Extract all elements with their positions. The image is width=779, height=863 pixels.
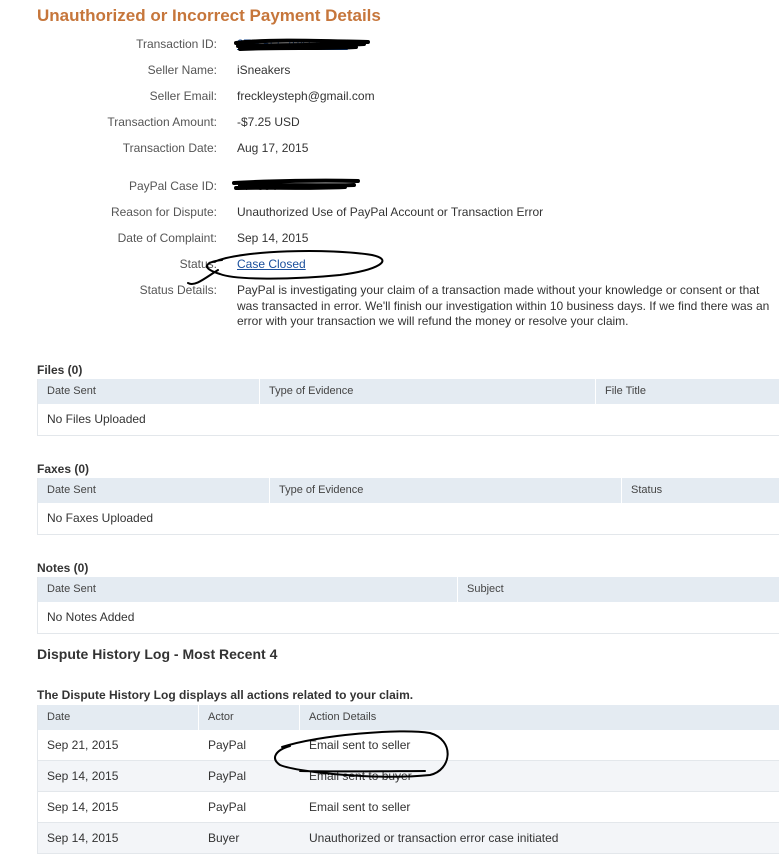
column-header[interactable]: Date Sent: [38, 577, 457, 602]
faxes-empty-message: No Faxes Uploaded: [38, 503, 779, 535]
status-details-value: PayPal is investigating your claim of a …: [237, 283, 770, 328]
detail-transaction-amount: Transaction Amount: -$7.25 USD: [0, 115, 779, 137]
detail-reason: Reason for Dispute: Unauthorized Use of …: [0, 205, 779, 227]
detail-case-id: PayPal Case ID: PP-004-: [0, 179, 779, 201]
column-header[interactable]: Action Details: [299, 705, 779, 730]
history-date: Sep 14, 2015: [47, 831, 119, 845]
history-heading: Dispute History Log - Most Recent 4: [37, 646, 278, 662]
history-date: Sep 14, 2015: [47, 800, 119, 814]
detail-label: PayPal Case ID:: [128, 179, 217, 193]
detail-label: Status:: [179, 257, 217, 271]
table-row: Sep 21, 2015 PayPal Email sent to seller: [38, 730, 779, 761]
files-table: Date Sent Type of Evidence File Title No…: [37, 379, 779, 436]
history-actor: PayPal: [208, 769, 247, 783]
detail-seller-email: Seller Email: freckleysteph@gmail.com: [0, 89, 779, 111]
history-action: Email sent to seller: [309, 738, 411, 752]
page-title: Unauthorized or Incorrect Payment Detail…: [37, 6, 381, 25]
table-row: Sep 14, 2015 PayPal Email sent to buyer: [38, 761, 779, 792]
detail-seller-name: Seller Name: iSneakers: [0, 63, 779, 85]
case-id-value: PP-004-: [237, 179, 282, 193]
complaint-date-value: Sep 14, 2015: [237, 231, 309, 245]
files-empty-message: No Files Uploaded: [38, 404, 779, 436]
detail-date-of-complaint: Date of Complaint: Sep 14, 2015: [0, 231, 779, 253]
detail-transaction-date: Transaction Date: Aug 17, 2015: [0, 141, 779, 163]
column-header[interactable]: Type of Evidence: [269, 478, 621, 503]
notes-heading: Notes (0): [37, 561, 89, 575]
detail-label: Reason for Dispute:: [110, 205, 217, 219]
column-header[interactable]: Date Sent: [38, 379, 259, 404]
detail-label: Transaction Date:: [122, 141, 217, 155]
column-header[interactable]: Type of Evidence: [259, 379, 595, 404]
seller-name-value: iSneakers: [237, 63, 291, 77]
column-header[interactable]: Subject: [457, 577, 779, 602]
history-action: Email sent to buyer: [309, 769, 412, 783]
detail-label: Status Details:: [139, 283, 217, 297]
history-actor: PayPal: [208, 738, 247, 752]
detail-status: Status: Case Closed: [0, 257, 779, 279]
seller-email-value: freckleysteph@gmail.com: [237, 89, 375, 103]
notes-table: Date Sent Subject No Notes Added: [37, 577, 779, 634]
history-description: The Dispute History Log displays all act…: [37, 688, 414, 702]
detail-label: Transaction Amount:: [107, 115, 217, 129]
faxes-table: Date Sent Type of Evidence Status No Fax…: [37, 478, 779, 535]
detail-label: Seller Email:: [149, 89, 217, 103]
column-header[interactable]: Status: [621, 478, 779, 503]
history-action: Email sent to seller: [309, 800, 411, 814]
history-actor: PayPal: [208, 800, 247, 814]
detail-transaction-id: Transaction ID: 8TH 5FC7041 0KMF: [0, 37, 779, 59]
column-header[interactable]: File Title: [595, 379, 779, 404]
table-row: Sep 14, 2015 Buyer Unauthorized or trans…: [38, 823, 779, 854]
detail-status-details: Status Details: PayPal is investigating …: [0, 283, 779, 333]
transaction-amount-value: -$7.25 USD: [237, 115, 300, 129]
history-action: Unauthorized or transaction error case i…: [309, 831, 559, 845]
history-table: Date Actor Action Details Sep 21, 2015 P…: [37, 705, 779, 854]
column-header[interactable]: Date Sent: [38, 478, 269, 503]
notes-empty-message: No Notes Added: [38, 602, 779, 634]
history-table-header: Date Actor Action Details: [38, 705, 779, 730]
detail-label: Transaction ID:: [136, 37, 217, 51]
files-table-header: Date Sent Type of Evidence File Title: [38, 379, 779, 404]
history-date: Sep 14, 2015: [47, 769, 119, 783]
reason-value: Unauthorized Use of PayPal Account or Tr…: [237, 205, 544, 219]
detail-label: Date of Complaint:: [117, 231, 217, 245]
table-row: Sep 14, 2015 PayPal Email sent to seller: [38, 792, 779, 823]
faxes-table-header: Date Sent Type of Evidence Status: [38, 478, 779, 503]
case-status-link[interactable]: Case Closed: [237, 257, 306, 271]
notes-table-header: Date Sent Subject: [38, 577, 779, 602]
column-header[interactable]: Actor: [198, 705, 299, 730]
history-actor: Buyer: [208, 831, 240, 845]
transaction-date-value: Aug 17, 2015: [237, 141, 309, 155]
column-header[interactable]: Date: [38, 705, 198, 730]
faxes-heading: Faxes (0): [37, 462, 90, 476]
history-date: Sep 21, 2015: [47, 738, 119, 752]
transaction-id-link[interactable]: 8TH 5FC7041 0KMF: [237, 37, 348, 51]
files-heading: Files (0): [37, 363, 83, 377]
detail-label: Seller Name:: [147, 63, 217, 77]
